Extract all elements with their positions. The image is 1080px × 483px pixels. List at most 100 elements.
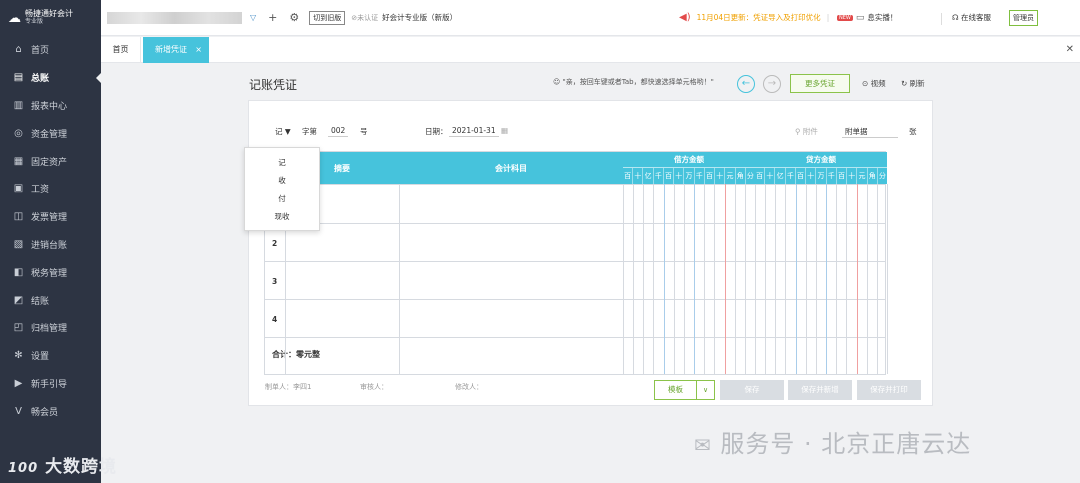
sidebar-item-4[interactable]: ▦ 固定资产 xyxy=(0,147,101,175)
archive-icon: ◰ xyxy=(13,322,24,334)
digit-unit-header: 百 xyxy=(794,168,805,184)
sidebar-item-12[interactable]: ▶ 新手引导 xyxy=(0,370,101,398)
digit-unit-header: 分 xyxy=(744,168,755,184)
auditor-label: 审核人： xyxy=(360,383,388,391)
sidebar-item-label: 工资 xyxy=(31,185,50,196)
sidebar-item-9[interactable]: ◩ 结账 xyxy=(0,286,101,314)
sidebar-item-label: 结账 xyxy=(31,296,50,307)
sidebar-item-6[interactable]: ◫ 发票管理 xyxy=(0,203,101,231)
fund-icon: ◎ xyxy=(14,127,23,139)
voucher-type-dropdown: 记收付现收 xyxy=(244,147,320,231)
save-new-button[interactable]: 保存并新增 xyxy=(788,380,852,400)
sidebar-nav: ⌂ 首页 ▤ 总账 ▥ 报表中心 ◎ 资金管理 ▦ 固定资产 ▣ 工资 ◫ 发票管理 ▧ 进销台账 ◧ 税务管理 ◩… xyxy=(0,36,101,425)
digit-unit-header: 亿 xyxy=(774,168,784,184)
online-service-link[interactable]: ☊ 在线客服 xyxy=(952,12,991,23)
sidebar-item-10[interactable]: ◰ 归档管理 xyxy=(0,314,101,342)
sidebar-item-label: 总账 xyxy=(31,74,50,85)
speaker-icon: ◀) xyxy=(679,12,691,23)
update-notice[interactable]: ◀) 11月04日更新：凭证导入及打印优化 | xyxy=(679,12,829,23)
voucher-type-option[interactable]: 现收 xyxy=(245,208,319,226)
page-title: 记账凭证 xyxy=(249,78,298,92)
voucher-type-option[interactable]: 记 xyxy=(245,154,319,172)
sidebar-item-5[interactable]: ▣ 工资 xyxy=(0,175,101,203)
calendar-icon[interactable]: ▦ xyxy=(501,126,508,135)
digit-unit-header: 百 xyxy=(756,172,764,180)
col-credit-header: 贷方金额 百十亿千百十万千百十元角分 xyxy=(755,152,887,184)
report-icon: ▥ xyxy=(13,99,24,111)
sidebar-item-1[interactable]: ▤ 总账 xyxy=(0,64,101,92)
word-no-label: 字第 xyxy=(302,127,317,136)
digit-unit-header: 千 xyxy=(693,168,704,184)
sidebar-item-label: 归档管理 xyxy=(31,324,68,335)
digit-unit-header: 亿 xyxy=(642,168,652,184)
digit-unit-header: 十 xyxy=(805,168,815,184)
home-icon: ⌂ xyxy=(15,44,22,56)
tab-new-voucher[interactable]: 新增凭证 × xyxy=(143,37,209,63)
watermark-right: ✉ 服务号 · 北京正唐云达 xyxy=(694,430,972,458)
sidebar-item-11[interactable]: ✻ 设置 xyxy=(0,342,101,370)
next-voucher-icon[interactable]: → xyxy=(763,75,781,93)
sidebar-item-3[interactable]: ◎ 资金管理 xyxy=(0,119,101,147)
more-vouchers-button[interactable]: 更多凭证 xyxy=(790,74,850,93)
watermark-left: 100 大数跨境 xyxy=(8,457,118,477)
voucher-type-option[interactable]: 付 xyxy=(245,190,319,208)
admin-button[interactable]: 管理员 xyxy=(1009,9,1038,26)
attachment-link[interactable]: ⚲ 附件 xyxy=(795,126,818,137)
save-button[interactable]: 保存 xyxy=(720,380,784,400)
sidebar-item-label: 新手引导 xyxy=(31,379,68,390)
tab-bar: 首页 新增凭证 × ✕ xyxy=(101,37,1080,63)
sidebar-item-label: 设置 xyxy=(31,352,50,363)
digit-unit-header: 十 xyxy=(714,168,724,184)
account-name-blurred[interactable] xyxy=(107,11,242,24)
voucher-number-input[interactable]: 002 xyxy=(328,126,349,137)
close-books-icon: ◩ xyxy=(13,294,24,306)
sidebar-item-13[interactable]: V 畅会员 xyxy=(0,397,101,425)
sidebar-item-label: 税务管理 xyxy=(31,268,68,279)
live-notice[interactable]: NEW ▭ 息实播！ xyxy=(837,12,897,23)
digit-unit-header: 千 xyxy=(652,168,663,184)
sidebar-item-2[interactable]: ▥ 报表中心 xyxy=(0,92,101,120)
refresh-link[interactable]: ↻ 刷新 xyxy=(901,78,925,89)
chevron-down-icon[interactable]: ∨ xyxy=(696,381,714,399)
date-input[interactable]: 2021-01-31 ▦ xyxy=(449,126,508,137)
digit-unit-header: 百 xyxy=(662,168,673,184)
unverified-label[interactable]: ⊘未认证 xyxy=(351,13,378,23)
app-logo[interactable]: ☁ 畅捷通好会计 专业版 xyxy=(0,0,101,36)
tab-home[interactable]: 首页 xyxy=(101,37,141,63)
prev-voucher-icon[interactable]: ← xyxy=(737,75,755,93)
asset-icon: ▦ xyxy=(13,155,24,167)
sidebar-item-7[interactable]: ▧ 进销台账 xyxy=(0,231,101,259)
close-all-icon[interactable]: ✕ xyxy=(1066,37,1074,63)
save-print-button[interactable]: 保存并打印 xyxy=(857,380,921,400)
edition-label: 好会计专业版（新版） xyxy=(382,13,458,22)
attach-count-input[interactable]: 附单据 xyxy=(842,126,898,138)
sidebar-item-label: 报表中心 xyxy=(31,101,68,112)
sidebar: ☁ 畅捷通好会计 专业版 ⌂ 首页 ▤ 总账 ▥ 报表中心 ◎ 资金管理 ▦ 固定资产 ▣ 工资 ◫ 发票… xyxy=(0,0,116,483)
digit-unit-header: 千 xyxy=(784,168,795,184)
row-number: 4 xyxy=(272,315,278,324)
voucher-type-select[interactable]: 记 ▼ xyxy=(275,126,291,137)
digit-unit-header: 万 xyxy=(683,168,693,184)
template-button[interactable]: 模板 ∨ xyxy=(654,380,715,400)
digit-unit-header: 元 xyxy=(856,168,866,184)
row-number: 3 xyxy=(272,277,278,286)
gear-icon[interactable]: ⚙ xyxy=(289,11,299,24)
attach-unit: 张 xyxy=(909,127,917,136)
switch-old-version-button[interactable]: 切到旧版 xyxy=(309,10,346,25)
col-account-header: 会计科目 xyxy=(399,152,623,184)
sidebar-item-8[interactable]: ◧ 税务管理 xyxy=(0,258,101,286)
sidebar-item-0[interactable]: ⌂ 首页 xyxy=(0,36,101,64)
close-tab-icon[interactable]: × xyxy=(195,37,202,63)
add-icon[interactable]: + xyxy=(268,11,277,24)
invoice-icon: ◫ xyxy=(13,211,24,223)
voucher-type-option[interactable]: 收 xyxy=(245,172,319,190)
new-badge: NEW xyxy=(837,14,853,21)
chevron-down-icon[interactable]: ▽ xyxy=(250,13,256,22)
gear-icon: ✻ xyxy=(14,350,23,362)
video-link[interactable]: ⊙ 视频 xyxy=(862,78,886,89)
sidebar-item-label: 进销台账 xyxy=(31,240,68,251)
salary-icon: ▣ xyxy=(13,183,24,195)
digit-unit-header: 十 xyxy=(846,168,856,184)
cloud-logo-icon: ☁ xyxy=(8,10,21,26)
digit-unit-header: 角 xyxy=(866,168,877,184)
